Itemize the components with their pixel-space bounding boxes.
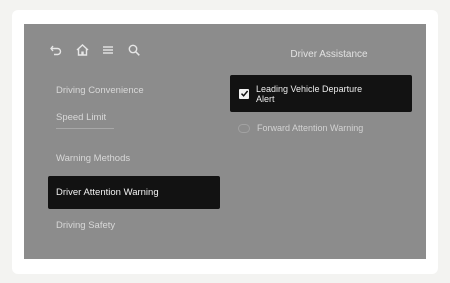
menu-item-label: Driving Convenience	[56, 84, 144, 96]
menu-item-speed-limit[interactable]: Speed Limit	[48, 106, 218, 134]
top-icon-bar	[48, 40, 142, 60]
option-label: Leading Vehicle Departure Alert	[256, 83, 363, 104]
home-icon[interactable]	[74, 42, 90, 58]
menu-item-warning-methods[interactable]: Warning Methods	[48, 144, 218, 172]
search-icon[interactable]	[126, 42, 142, 58]
menu-item-driver-attention-warning[interactable]: Driver Attention Warning	[48, 176, 220, 209]
menu-item-driving-convenience[interactable]: Driving Convenience	[48, 76, 218, 104]
menu-item-label: Warning Methods	[56, 152, 131, 164]
menu-item-driving-safety[interactable]: Driving Safety	[48, 211, 218, 239]
checkbox-checked[interactable]	[239, 88, 249, 99]
page-title: Driver Assistance	[290, 49, 368, 60]
toggle-off-icon[interactable]	[238, 123, 250, 133]
menu-item-content: Speed Limit	[56, 112, 114, 129]
back-icon[interactable]	[48, 42, 64, 58]
option-leading-vehicle-departure-alert[interactable]: Leading Vehicle Departure Alert	[230, 75, 412, 112]
menu-icon[interactable]	[100, 42, 116, 58]
menu-item-label: Driving Safety	[56, 219, 116, 231]
option-forward-attention-warning[interactable]: Forward Attention Warning	[238, 121, 363, 135]
infotainment-screen: Driving Convenience Speed Limit Warning …	[24, 24, 426, 259]
settings-menu-pane: Driving Convenience Speed Limit Warning …	[24, 24, 220, 259]
menu-item-label: Speed Limit	[56, 111, 107, 123]
sub-value-line	[56, 127, 114, 129]
option-label: Forward Attention Warning	[257, 123, 364, 133]
check-icon	[240, 90, 248, 97]
menu-item-label: Driver Attention Warning	[56, 187, 159, 198]
